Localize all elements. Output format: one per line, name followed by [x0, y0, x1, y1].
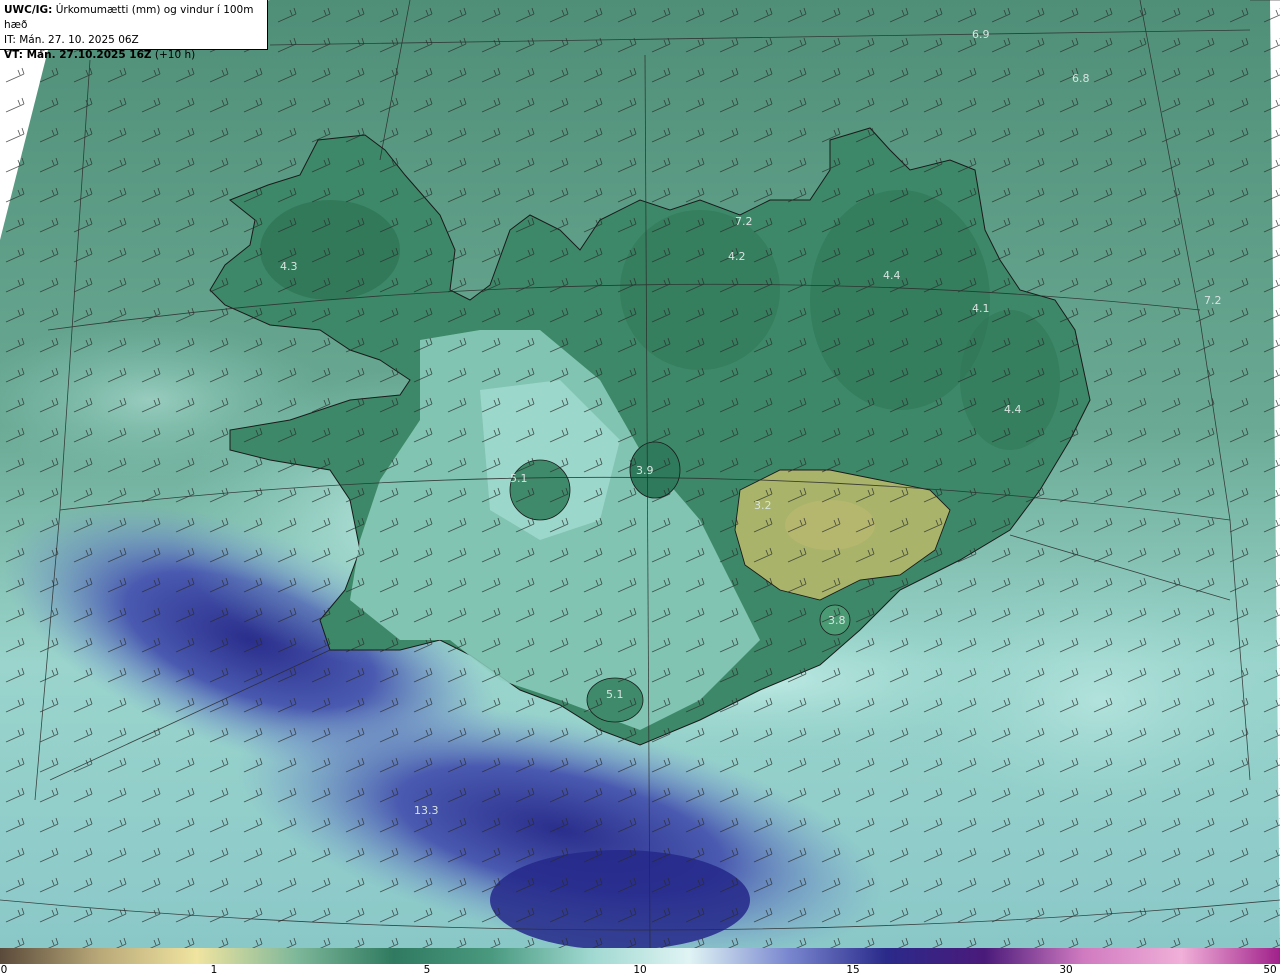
title-line-3: VT: Mán. 27.10.2025 16Z (+10 h): [4, 48, 263, 63]
value-label: 4.4: [883, 269, 901, 282]
colorbar-strip: [0, 948, 1280, 964]
colorbar-tick: 0: [0, 964, 8, 976]
map-canvas: 6.9 6.8 4.3 7.2 4.2 4.4 4.1 7.2 4.4 3.9 …: [0, 0, 1280, 948]
value-label: 4.2: [728, 250, 746, 263]
colorbar-tick: 50: [1263, 964, 1277, 976]
precipitation-colorbar: 0 1 5 10 15 30 50: [0, 948, 1280, 978]
model-label: UWC/IG:: [4, 4, 53, 16]
colorbar-tick: 10: [633, 964, 647, 976]
value-label: 4.3: [280, 260, 298, 273]
init-time: IT: Mán. 27. 10. 2025 06Z: [4, 34, 139, 46]
value-label: 4.4: [1004, 403, 1022, 416]
title-line-1: UWC/IG: Úrkomumætti (mm) og vindur í 100…: [4, 3, 263, 33]
value-label: 7.2: [735, 215, 753, 228]
value-label: 3.2: [754, 499, 772, 512]
value-label: 6.8: [1072, 72, 1090, 85]
value-label: 7.2: [1204, 294, 1222, 307]
colorbar-tick: 5: [423, 964, 431, 976]
value-label: 5.1: [606, 688, 624, 701]
value-label: 13.3: [414, 804, 439, 817]
precipitation-map[interactable]: 6.9 6.8 4.3 7.2 4.2 4.4 4.1 7.2 4.4 3.9 …: [0, 0, 1280, 948]
value-label: 5.1: [510, 472, 528, 485]
colorbar-tick: 15: [846, 964, 860, 976]
lead-time: (+10 h): [154, 49, 196, 61]
value-label: 6.9: [972, 28, 990, 41]
map-title-box: UWC/IG: Úrkomumætti (mm) og vindur í 100…: [0, 0, 268, 61]
value-label: 4.1: [972, 302, 990, 315]
colorbar-tick: 1: [210, 964, 218, 976]
value-label: 3.9: [636, 464, 654, 477]
valid-time: VT: Mán. 27.10.2025 16Z: [4, 49, 152, 61]
value-label: 3.8: [828, 614, 846, 627]
colorbar-tick: 30: [1059, 964, 1073, 976]
